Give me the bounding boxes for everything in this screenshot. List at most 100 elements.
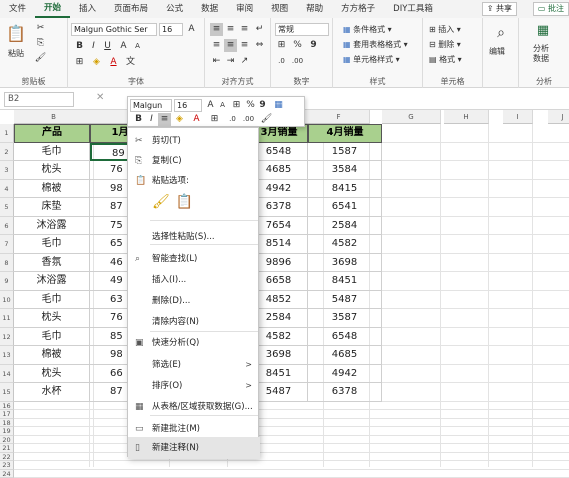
bold-icon[interactable]: B [73,40,86,53]
row-header[interactable]: 18 [0,419,14,428]
share-button[interactable]: ⇪ 共享 [482,2,517,16]
editing-button[interactable]: 编辑 [489,46,505,57]
table-cell[interactable]: 毛巾 [14,291,90,310]
table-cell[interactable]: 8415 [308,180,382,199]
tab-insert[interactable]: 插入 [70,0,105,18]
delete-cells-button[interactable]: ⊟ 删除 ▾ [429,39,461,50]
table-cell[interactable]: 3584 [308,161,382,180]
middle-align-icon[interactable]: ≡ [224,23,237,36]
wrap-text-icon[interactable]: ↵ [253,23,266,36]
insert-cells-button[interactable]: ⊞ 插入 ▾ [429,24,461,35]
header-cell[interactable]: 4月销量 [308,124,382,143]
table-cell[interactable]: 枕头 [14,309,90,328]
center-align-icon[interactable]: ≡ [224,39,237,52]
currency-icon[interactable]: ⊞ [275,39,288,52]
paste-all-icon[interactable]: 🖌 [152,194,170,210]
row-header[interactable]: 20 [0,436,14,445]
tab-home[interactable]: 开始 [35,0,70,18]
row-header[interactable]: 21 [0,444,14,453]
format-painter-icon[interactable]: 🖌 [34,52,47,65]
mini-fill-icon[interactable]: ◈ [173,113,186,126]
ctx-copy[interactable]: ⎘复制(C) [128,150,260,172]
row-header[interactable]: 5 [0,198,14,217]
mini-currency-icon[interactable]: ⊞ [230,99,243,112]
find-icon[interactable]: ⌕ [492,24,510,42]
table-cell[interactable]: 棉被 [14,346,90,365]
right-align-icon[interactable]: ≡ [238,39,251,52]
row-header[interactable]: 19 [0,427,14,436]
mini-size-select[interactable]: 16 [174,99,202,112]
table-cell[interactable]: 6548 [308,328,382,347]
row-header[interactable]: 2 [0,143,14,162]
row-header[interactable]: 17 [0,410,14,419]
table-cell[interactable]: 棉被 [14,180,90,199]
mini-comma-icon[interactable]: 9 [256,99,269,112]
tab-view[interactable]: 视图 [262,0,297,18]
paste-label[interactable]: 粘贴 [8,48,24,59]
row-header[interactable]: 22 [0,453,14,462]
table-cell[interactable]: 沐浴露 [14,272,90,291]
percent-icon[interactable]: % [291,39,304,52]
ctx-new-note[interactable]: ▯新建注释(N) [128,437,260,459]
underline-icon[interactable]: U [101,40,114,53]
comma-icon[interactable]: 9 [307,39,320,52]
row-header[interactable]: 13 [0,346,14,365]
column-header[interactable]: J [548,110,569,124]
ctx-insert[interactable]: 插入(I)... [128,269,260,291]
top-align-icon[interactable]: ≡ [210,23,223,36]
row-header[interactable]: 14 [0,365,14,384]
mini-dec-decimal-icon[interactable]: .00 [242,113,255,126]
cut-icon[interactable]: ✂ [34,22,47,35]
tab-formulas[interactable]: 公式 [157,0,192,18]
row-header[interactable]: 16 [0,402,14,411]
table-cell[interactable]: 水杯 [14,383,90,402]
table-cell[interactable]: 香氛 [14,254,90,273]
table-cell[interactable]: 5487 [308,291,382,310]
cell-styles-button[interactable]: ▦ 单元格样式 ▾ [343,54,400,65]
ctx-clear[interactable]: 清除内容(N) [128,311,260,333]
italic-icon[interactable]: I [87,40,100,53]
mini-font-color-icon[interactable]: A [190,113,203,126]
column-header[interactable]: F [308,110,370,124]
tab-data[interactable]: 数据 [192,0,227,18]
row-header[interactable]: 8 [0,254,14,273]
border-icon[interactable]: ⊞ [73,56,86,69]
bottom-align-icon[interactable]: ≡ [238,23,251,36]
mini-font-select[interactable]: Malgun [130,99,172,112]
mini-border-icon[interactable]: ⊞ [208,113,221,126]
column-header[interactable]: B [14,110,94,124]
number-format-select[interactable]: 常规 [275,23,329,36]
merge-icon[interactable]: ⇔ [253,39,266,52]
paste-icon[interactable]: 📋 [6,24,26,44]
column-header[interactable]: G [382,110,441,124]
table-cell[interactable]: 6541 [308,198,382,217]
mini-inc-decimal-icon[interactable]: .0 [226,113,239,126]
ctx-filter[interactable]: 筛选(E)> [128,354,260,376]
table-cell[interactable]: 毛巾 [14,328,90,347]
table-cell[interactable]: 枕头 [14,365,90,384]
table-cell[interactable]: 沐浴露 [14,217,90,236]
mini-shrink-font-icon[interactable]: A [216,99,229,112]
copy-icon[interactable]: ⎘ [34,37,47,50]
increase-font-icon[interactable]: A [185,23,198,36]
increase-indent-icon[interactable]: ⇥ [224,55,237,68]
name-box[interactable]: B2 [4,92,74,107]
font-color-icon[interactable]: A [107,56,120,69]
row-header[interactable]: 6 [0,217,14,236]
table-cell[interactable]: 3587 [308,309,382,328]
analyze-data-icon[interactable]: ▦ [534,22,552,40]
table-cell[interactable]: 1587 [308,143,382,162]
row-header[interactable]: 9 [0,272,14,291]
row-header[interactable]: 3 [0,161,14,180]
row-header[interactable]: 12 [0,328,14,347]
mini-format-icon[interactable]: ▦ [272,99,285,112]
spreadsheet-grid[interactable]: ABCDEFGHIJ123456789101112131415161718192… [0,110,569,467]
tab-fangfang[interactable]: 方方格子 [332,0,384,18]
row-header[interactable]: 10 [0,291,14,310]
mini-center-icon[interactable]: ≡ [158,113,171,126]
table-cell[interactable]: 3698 [308,254,382,273]
table-cell[interactable]: 毛巾 [14,143,90,162]
table-format-button[interactable]: ▦ 套用表格格式 ▾ [343,39,408,50]
decrease-decimal-icon[interactable]: .00 [291,55,304,68]
table-cell[interactable]: 6378 [308,383,382,402]
